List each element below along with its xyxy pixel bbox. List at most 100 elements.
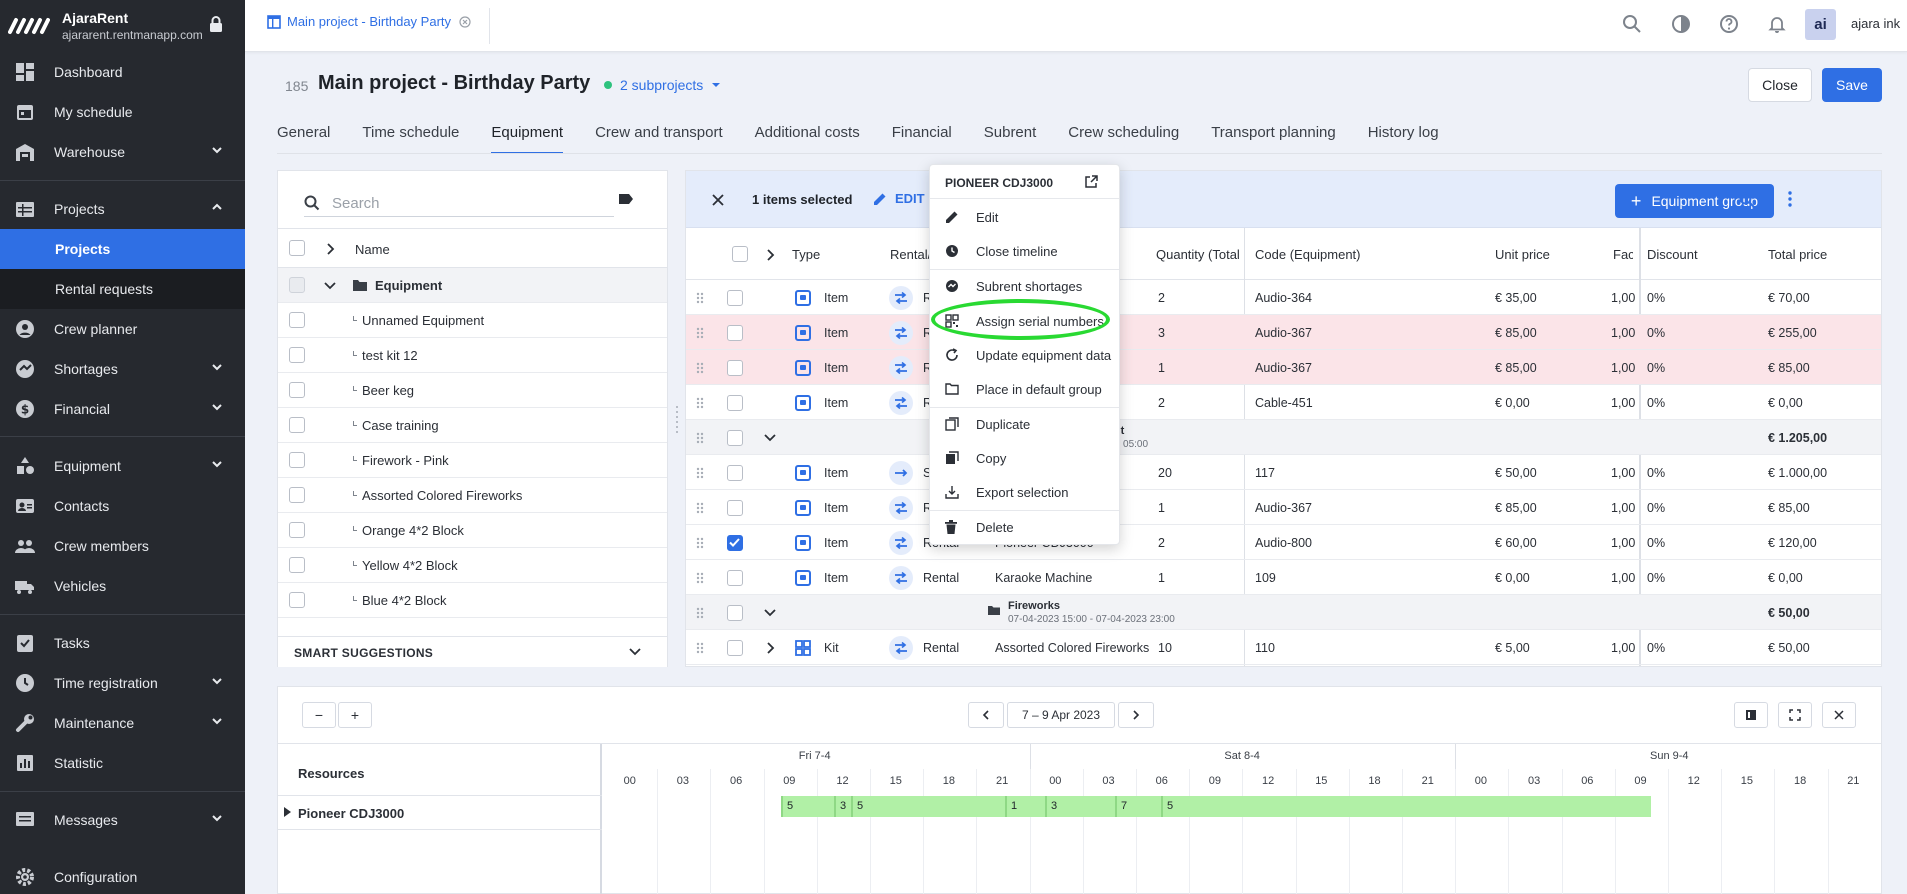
- previous-period-button[interactable]: [968, 702, 1004, 728]
- date-range-display[interactable]: 7 – 9 Apr 2023: [1007, 702, 1115, 728]
- tab-financial[interactable]: Financial: [892, 124, 952, 154]
- drag-handle-icon[interactable]: [696, 572, 704, 584]
- sidebar-item-crew-planner[interactable]: Crew planner: [0, 309, 245, 349]
- cell-discount[interactable]: 0%: [1647, 396, 1665, 410]
- search-input[interactable]: [332, 191, 592, 215]
- row-checkbox[interactable]: [727, 605, 743, 621]
- close-button[interactable]: Close: [1748, 68, 1812, 102]
- table-row[interactable]: Kit Rental Assorted Colored Fireworks 10 110…: [686, 630, 1881, 665]
- cell-factor[interactable]: 1,00: [1611, 571, 1635, 585]
- menu-item-duplicate[interactable]: Duplicate: [930, 407, 1119, 441]
- sidebar-item-equipment[interactable]: Equipment: [0, 446, 245, 486]
- booking-segment[interactable]: 3: [1045, 796, 1057, 817]
- cell-factor[interactable]: 1,00: [1611, 641, 1635, 655]
- cell-discount[interactable]: 0%: [1647, 501, 1665, 515]
- row-checkbox[interactable]: [289, 417, 305, 433]
- cell-quantity[interactable]: 2: [1158, 291, 1165, 305]
- cell-unit-price[interactable]: € 35,00: [1495, 291, 1537, 305]
- save-button[interactable]: Save: [1822, 68, 1882, 102]
- cell-unit-price[interactable]: € 50,00: [1495, 466, 1537, 480]
- cell-quantity[interactable]: 1: [1158, 571, 1165, 585]
- column-header-code[interactable]: Code (Equipment): [1255, 247, 1361, 262]
- column-header-unit-price[interactable]: Unit price: [1495, 247, 1550, 262]
- table-row[interactable]: Item Rental Karaoke Machine 1 109 € 0,00 1,00 0…: [686, 560, 1881, 595]
- drag-handle-icon[interactable]: [696, 642, 704, 654]
- menu-item-edit[interactable]: Edit: [930, 200, 1119, 234]
- open-external-icon[interactable]: [1085, 175, 1098, 188]
- row-checkbox[interactable]: [289, 487, 305, 503]
- cell-quantity[interactable]: 1: [1158, 501, 1165, 515]
- cell-unit-price[interactable]: € 85,00: [1495, 501, 1537, 515]
- table-group-row[interactable]: ment2023 05:00€ 1.205,00: [686, 420, 1881, 455]
- row-checkbox[interactable]: [289, 557, 305, 573]
- row-checkbox[interactable]: [727, 290, 743, 306]
- menu-item-delete[interactable]: Delete: [930, 510, 1119, 544]
- tab-history-log[interactable]: History log: [1368, 124, 1439, 154]
- tab-subrent[interactable]: Subrent: [984, 124, 1037, 154]
- menu-item-place-in-default-group[interactable]: Place in default group: [930, 372, 1119, 406]
- drag-handle-icon[interactable]: [696, 432, 704, 444]
- menu-item-copy[interactable]: Copy: [930, 441, 1119, 475]
- row-checkbox[interactable]: [289, 522, 305, 538]
- drag-handle-icon[interactable]: [696, 327, 704, 339]
- cell-discount[interactable]: 0%: [1647, 361, 1665, 375]
- drag-handle-icon[interactable]: [696, 362, 704, 374]
- user-name[interactable]: ajara ink: [1851, 16, 1900, 31]
- table-group-row[interactable]: Fireworks 07-04-2023 15:00 - 07-04-2023 2…: [686, 595, 1881, 630]
- cell-factor[interactable]: 1,00: [1611, 396, 1635, 410]
- drag-handle-icon[interactable]: [696, 607, 704, 619]
- list-item[interactable]: Orange 4*2 Block: [278, 513, 667, 548]
- sidebar-item-contacts[interactable]: Contacts: [0, 486, 245, 526]
- table-row[interactable]: Item S 20 117 € 50,00 1,00 0% € 1.000,00: [686, 455, 1881, 490]
- drag-handle-icon[interactable]: [696, 537, 704, 549]
- menu-item-update-equipment-data[interactable]: Update equipment data: [930, 338, 1119, 372]
- row-checkbox[interactable]: [727, 570, 743, 586]
- table-row[interactable]: ItemRentalPioneer CDJ30002Audio-800€ 60,…: [686, 525, 1881, 560]
- cell-quantity[interactable]: 20: [1158, 466, 1172, 480]
- select-all-checkbox[interactable]: [289, 240, 305, 256]
- theme-toggle-icon[interactable]: [1671, 14, 1691, 34]
- list-item[interactable]: Unnamed Equipment: [278, 303, 667, 338]
- sidebar-item-crew-members[interactable]: Crew members: [0, 526, 245, 566]
- column-header-total-price[interactable]: Total price: [1768, 247, 1827, 262]
- cell-quantity[interactable]: 10: [1158, 641, 1172, 655]
- sidebar-item-maintenance[interactable]: Maintenance: [0, 703, 245, 743]
- tab-transport-planning[interactable]: Transport planning: [1211, 124, 1336, 154]
- help-icon[interactable]: [1719, 14, 1739, 34]
- clear-selection-icon[interactable]: [712, 194, 724, 206]
- table-row[interactable]: Item R 3 Audio-367 € 85,00 1,00 0% € 255,00: [686, 315, 1881, 350]
- expand-triangle-icon[interactable]: [284, 807, 291, 817]
- smart-suggestions-toggle[interactable]: SMART SUGGESTIONS: [278, 636, 667, 667]
- column-header-factor[interactable]: Facto: [1613, 247, 1633, 262]
- list-item[interactable]: Blue 4*2 Block: [278, 583, 667, 618]
- table-row[interactable]: ItemR…2Audio-364€ 35,001,000%€ 70,00: [686, 280, 1881, 315]
- cell-unit-price[interactable]: € 60,00: [1495, 536, 1537, 550]
- drag-handle-icon[interactable]: [696, 397, 704, 409]
- row-checkbox[interactable]: [727, 535, 743, 551]
- row-checkbox[interactable]: [727, 640, 743, 656]
- select-all-checkbox[interactable]: [732, 246, 748, 262]
- row-checkbox[interactable]: [289, 452, 305, 468]
- booking-segment[interactable]: 1: [1005, 796, 1017, 817]
- sidebar-item-projects[interactable]: Projects: [0, 189, 245, 229]
- cell-quantity[interactable]: 2: [1158, 536, 1165, 550]
- resource-row[interactable]: Pioneer CDJ3000: [278, 795, 602, 830]
- tab-equipment[interactable]: Equipment: [491, 124, 563, 154]
- booking-segment[interactable]: 5: [781, 796, 793, 817]
- fullscreen-button[interactable]: [1778, 702, 1812, 728]
- cell-factor[interactable]: 1,00: [1611, 466, 1635, 480]
- cell-factor[interactable]: 1,00: [1611, 291, 1635, 305]
- list-item[interactable]: Yellow 4*2 Block: [278, 548, 667, 583]
- cell-unit-price[interactable]: € 5,00: [1495, 641, 1530, 655]
- bell-icon[interactable]: [1767, 14, 1787, 34]
- sidebar-item-projects-list[interactable]: Projects: [0, 229, 245, 269]
- cell-quantity[interactable]: 1: [1158, 361, 1165, 375]
- row-checkbox[interactable]: [289, 382, 305, 398]
- cell-discount[interactable]: 0%: [1647, 536, 1665, 550]
- cell-unit-price[interactable]: € 85,00: [1495, 361, 1537, 375]
- sidebar-item-statistic[interactable]: Statistic: [0, 743, 245, 783]
- column-header-type[interactable]: Type: [792, 247, 820, 262]
- row-checkbox[interactable]: [289, 277, 305, 293]
- tab-general[interactable]: General: [277, 124, 330, 154]
- booking-segment[interactable]: 7: [1115, 796, 1127, 817]
